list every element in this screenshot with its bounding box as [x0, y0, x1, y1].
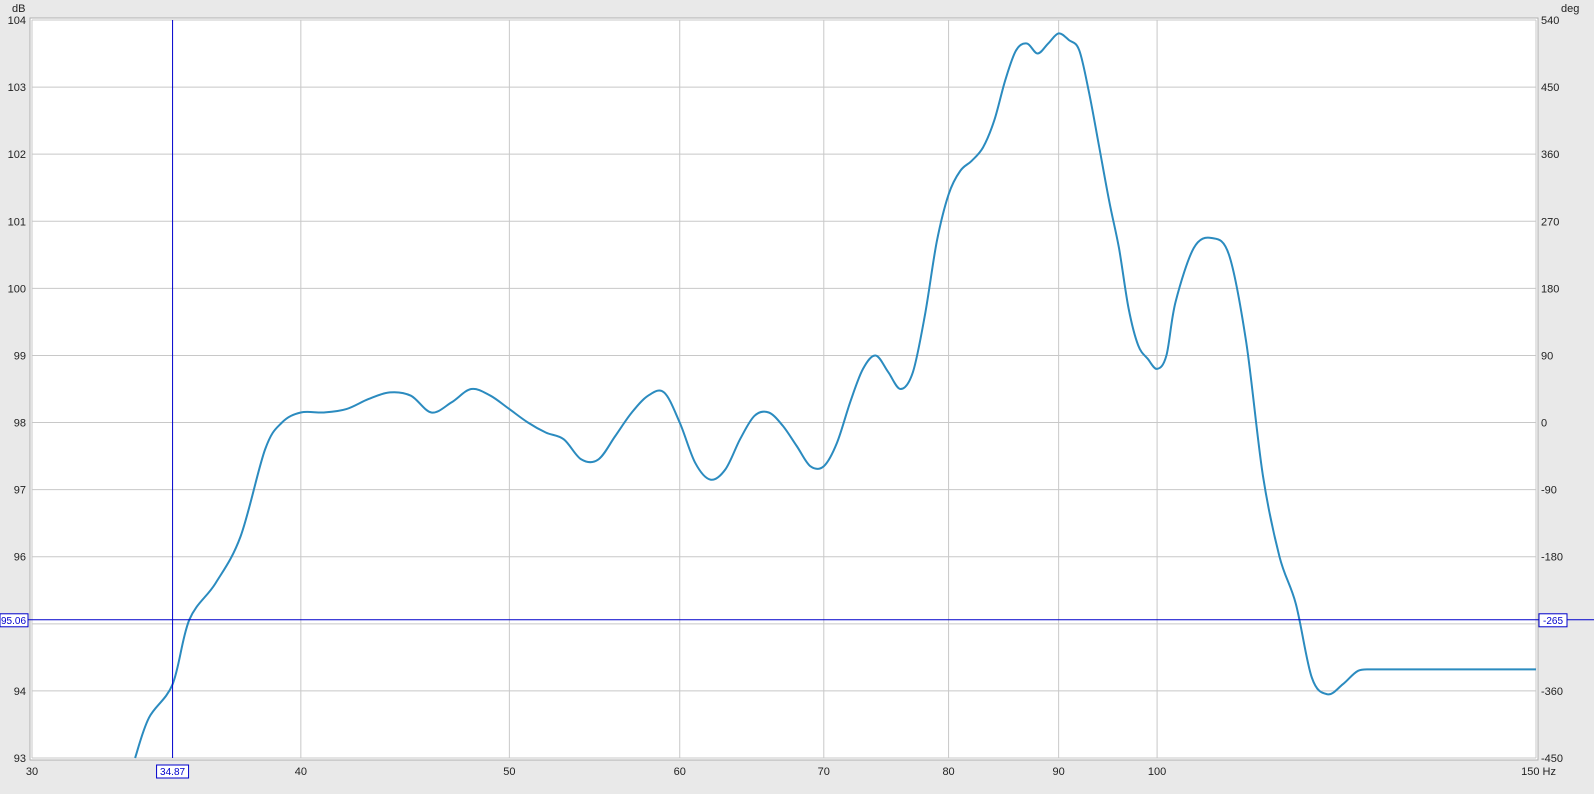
y-right-tick-label: -360 [1541, 686, 1563, 698]
right-axis-unit: deg [1561, 3, 1579, 15]
x-tick-label: 60 [674, 766, 686, 778]
frequency-response-chart: 30 40 50 60 70 80 90 100 150 Hz 93 94 96 97 98 99 100 10… [0, 3, 1594, 779]
y-left-tick-label: 93 [14, 753, 26, 765]
x-tick-label: 50 [503, 766, 515, 778]
y-right-tick-label: 360 [1541, 149, 1559, 161]
y-right-tick-label: 0 [1541, 418, 1547, 430]
y-right-tick-label: 540 [1541, 15, 1559, 27]
y-right-tick-label: -90 [1541, 485, 1557, 497]
y-left-tick-label: 97 [14, 485, 26, 497]
y-left-tick-label: 100 [8, 283, 26, 295]
y-right-tick-label: 270 [1541, 216, 1559, 228]
y-left-tick-label: 102 [8, 149, 26, 161]
y-left-tick-label: 104 [8, 15, 26, 27]
y-right-tick-label: -450 [1541, 753, 1563, 765]
x-tick-label: 90 [1053, 766, 1065, 778]
cursor-y-label: 95.06 [1, 616, 26, 627]
y-right-tick-label: -180 [1541, 552, 1563, 564]
y-left-tick-label: 98 [14, 418, 26, 430]
y-right-tick-label: 450 [1541, 82, 1559, 94]
x-tick-label: 100 [1148, 766, 1166, 778]
cursor-y-right-label: -265 [1543, 616, 1563, 627]
y-left-tick-label: 96 [14, 552, 26, 564]
y-left-tick-label: 101 [8, 216, 26, 228]
y-left-tick-label: 94 [14, 686, 26, 698]
x-tick-label: 150 Hz [1521, 766, 1556, 778]
cursor-x-label: 34.87 [160, 767, 185, 778]
x-tick-label: 40 [295, 766, 307, 778]
left-axis-unit: dB [12, 3, 25, 15]
y-right-tick-label: 90 [1541, 350, 1553, 362]
x-tick-label: 80 [942, 766, 954, 778]
y-right-tick-label: 180 [1541, 283, 1559, 295]
x-tick-label: 30 [26, 766, 38, 778]
plot-background [29, 17, 1539, 761]
x-tick-label: 70 [818, 766, 830, 778]
y-left-tick-label: 99 [14, 350, 26, 362]
y-left-tick-label: 103 [8, 82, 26, 94]
